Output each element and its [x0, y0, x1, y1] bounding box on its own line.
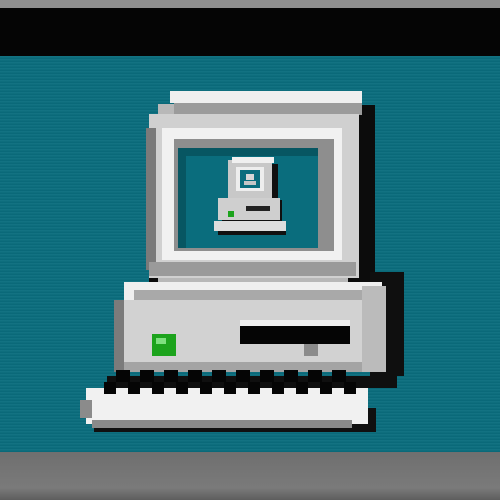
monitor-top-highlight — [170, 91, 362, 103]
keyboard-key — [320, 382, 332, 394]
keyboard-key — [248, 382, 260, 394]
keyboard-key — [104, 382, 116, 394]
small-keyboard — [214, 221, 286, 231]
screen-inner-shadow — [178, 148, 186, 248]
disk-drive-slot — [240, 326, 350, 344]
small-screen-computer-base — [244, 181, 256, 185]
disk-drive-highlight — [240, 320, 350, 326]
keyboard-key — [152, 382, 164, 394]
screen-inner-shadow — [178, 148, 318, 156]
keyboard-key — [260, 370, 274, 382]
disk-drive-lip — [304, 344, 318, 356]
keyboard-key — [164, 370, 178, 382]
small-drive-slot — [246, 206, 270, 211]
small-screen-computer — [246, 174, 254, 180]
keyboard-key — [344, 382, 356, 394]
monitor-bottom-shade — [149, 262, 356, 276]
keyboard-key — [128, 382, 140, 394]
power-light-highlight — [156, 338, 166, 344]
keyboard-key — [140, 370, 154, 382]
keyboard-key — [284, 370, 298, 382]
keyboard-left-shadow — [80, 400, 92, 418]
cpu-right-shade — [362, 286, 386, 372]
power-light — [152, 334, 176, 356]
monitor-left-shadow — [146, 128, 156, 270]
small-power-light — [228, 211, 234, 217]
keyboard-key — [200, 382, 212, 394]
cpu-top-gray — [134, 290, 374, 300]
keyboard-front-edge — [92, 420, 352, 428]
desktop-screen — [0, 0, 500, 500]
keyboard-key — [188, 370, 202, 382]
keyboard-key — [224, 382, 236, 394]
keyboard-key — [332, 370, 346, 382]
keyboard-key — [272, 382, 284, 394]
my-computer-icon[interactable] — [0, 0, 500, 500]
keyboard-key — [212, 370, 226, 382]
keyboard-key — [236, 370, 250, 382]
keyboard-key — [296, 382, 308, 394]
cpu-left-shadow — [114, 300, 124, 372]
keyboard-key — [116, 370, 130, 382]
small-monitor-highlight — [232, 157, 274, 163]
monitor-top-shadow — [174, 103, 362, 115]
keyboard-key — [308, 370, 322, 382]
small-keyboard-shadow — [218, 231, 286, 235]
keyboard-key — [176, 382, 188, 394]
